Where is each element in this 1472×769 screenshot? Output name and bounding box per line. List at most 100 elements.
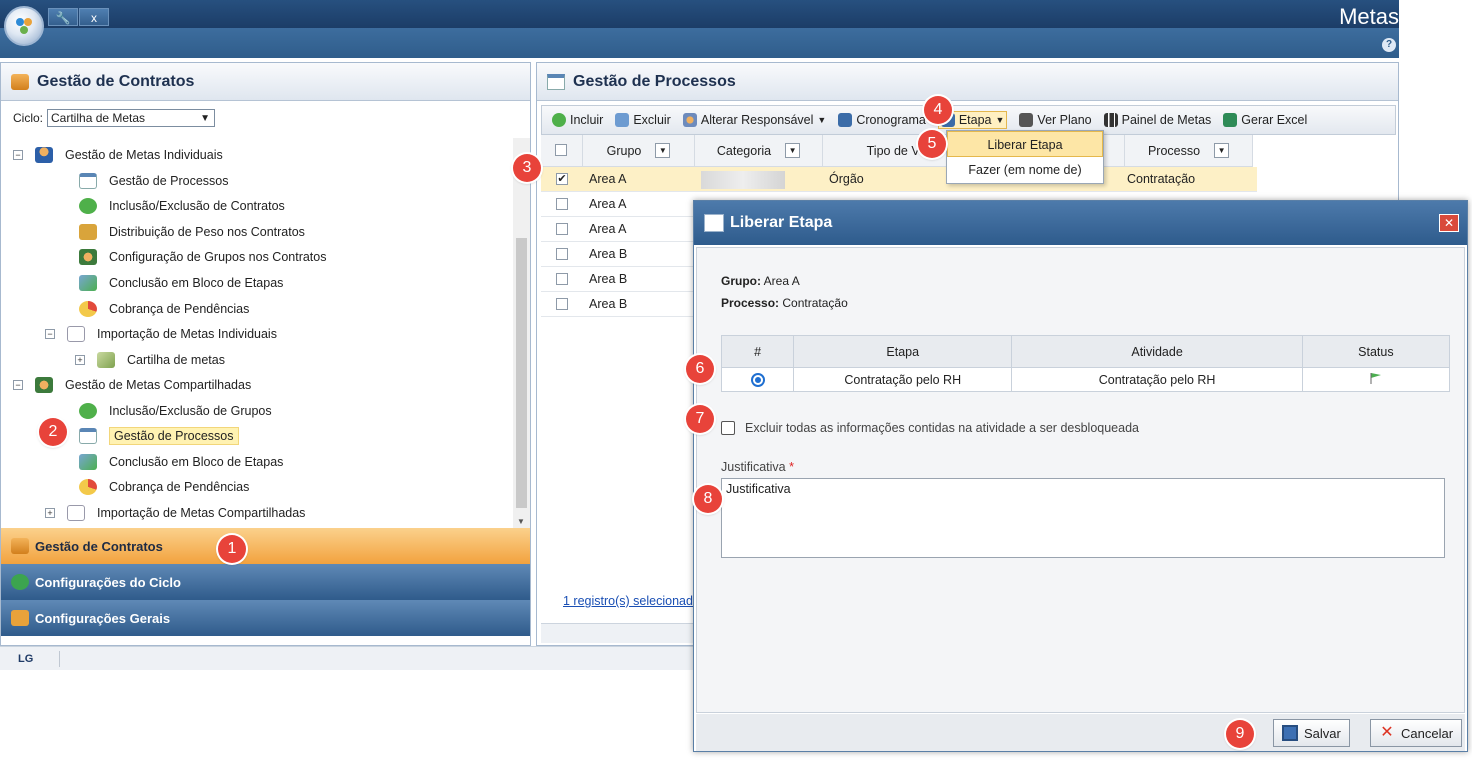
- etapa-dropdown-menu: Liberar Etapa Fazer (em nome de): [946, 130, 1104, 184]
- collapse-toggle[interactable]: −: [13, 150, 23, 160]
- add-icon: [79, 403, 97, 419]
- tree-item-distribuicao-peso[interactable]: Distribuição de Peso nos Contratos: [79, 221, 305, 243]
- tree-label: Cobrança de Pendências: [109, 480, 250, 494]
- leaf-icon: [97, 352, 115, 368]
- row-checkbox[interactable]: [556, 298, 568, 310]
- collapse-toggle[interactable]: −: [13, 380, 23, 390]
- select-all-checkbox[interactable]: [555, 144, 567, 156]
- save-button[interactable]: Salvar: [1273, 719, 1350, 747]
- row-checkbox[interactable]: [556, 223, 568, 235]
- wrench-quick-button[interactable]: 🔧: [48, 8, 78, 26]
- button-label: Painel de Metas: [1121, 113, 1212, 127]
- ciclo-select[interactable]: Cartilha de Metas ▼: [47, 109, 216, 127]
- menu-item-fazer-em-nome[interactable]: Fazer (em nome de): [947, 157, 1103, 183]
- expand-toggle[interactable]: +: [75, 355, 85, 365]
- cancel-button[interactable]: ✕ Cancelar: [1370, 719, 1463, 747]
- cell-processo: Contratação: [1127, 172, 1196, 186]
- column-label: Categoria: [716, 143, 772, 158]
- row-checkbox[interactable]: [556, 198, 568, 210]
- scrollbar-thumb[interactable]: [516, 238, 527, 508]
- liberar-etapa-dialog: Liberar Etapa ✕ Grupo: Area A Processo: …: [693, 200, 1468, 752]
- excluir-button[interactable]: Excluir: [615, 113, 671, 127]
- gerar-excel-button[interactable]: Gerar Excel: [1223, 113, 1307, 127]
- quick-access-toolbar: 🔧 x: [48, 8, 109, 26]
- column-menu-icon[interactable]: ▼: [655, 143, 671, 158]
- collapse-toggle[interactable]: −: [45, 329, 55, 339]
- table-row[interactable]: ✔ Area A Órgão Contratação: [541, 167, 1257, 192]
- cell-grupo: Area A: [589, 197, 627, 211]
- selection-count-link[interactable]: 1 registro(s) selecionado: [563, 594, 700, 608]
- tree-item-metas-individuais[interactable]: − Gestão de Metas Individuais: [13, 144, 223, 166]
- tree-item-cobranca-comp[interactable]: Cobrança de Pendências: [79, 476, 249, 498]
- tree-item-importacao-ind[interactable]: − Importação de Metas Individuais: [45, 323, 277, 345]
- tree-item-gestao-processos-ind[interactable]: Gestão de Processos: [79, 170, 229, 192]
- column-header-categoria[interactable]: Categoria ▼: [695, 135, 823, 167]
- expand-toggle[interactable]: +: [45, 508, 55, 518]
- right-panel-title: Gestão de Processos: [573, 72, 736, 90]
- close-quick-button[interactable]: x: [79, 8, 109, 26]
- etapa-radio[interactable]: [750, 372, 765, 387]
- tree-item-conclusao-bloco[interactable]: Conclusão em Bloco de Etapas: [79, 272, 283, 294]
- close-icon[interactable]: ✕: [1439, 214, 1459, 232]
- table-row[interactable]: Contratação pelo RH Contratação pelo RH: [720, 367, 1451, 392]
- chevron-down-icon[interactable]: ▼: [996, 115, 1005, 125]
- cronograma-button[interactable]: Cronograma: [838, 113, 926, 127]
- tree-item-cobranca[interactable]: Cobrança de Pendências: [79, 298, 249, 320]
- step-marker-7: 7: [686, 405, 714, 433]
- cell-categoria: [701, 167, 785, 192]
- app-orb-button[interactable]: [4, 6, 44, 46]
- tree-item-gestao-processos-comp[interactable]: Gestão de Processos: [79, 425, 239, 447]
- help-icon[interactable]: ?: [1382, 38, 1396, 52]
- lg-logo: LG: [18, 652, 34, 665]
- menu-item-liberar-etapa[interactable]: Liberar Etapa: [947, 131, 1103, 157]
- group-users-icon: [35, 377, 53, 393]
- tree-label: Inclusão/Exclusão de Contratos: [109, 199, 285, 213]
- tree-item-metas-compartilhadas[interactable]: − Gestão de Metas Compartilhadas: [13, 374, 251, 396]
- accordion-config-gerais[interactable]: Configurações Gerais: [1, 600, 530, 636]
- button-label: Etapa: [958, 113, 992, 127]
- ver-plano-button[interactable]: Ver Plano: [1019, 113, 1092, 127]
- tree-item-cartilha[interactable]: + Cartilha de metas: [75, 349, 225, 371]
- import-icon: [67, 505, 85, 521]
- tree-scrollbar[interactable]: ▼: [513, 138, 530, 528]
- exclude-info-row: Excluir todas as informações contidas na…: [721, 421, 1139, 435]
- tree-item-inclusao-grupos[interactable]: Inclusão/Exclusão de Grupos: [79, 400, 272, 422]
- row-checkbox[interactable]: ✔: [556, 173, 568, 185]
- incluir-button[interactable]: Incluir: [552, 113, 603, 127]
- grupo-info: Grupo: Area A: [721, 274, 800, 288]
- justificativa-textarea[interactable]: Justificativa: [721, 478, 1445, 558]
- scroll-down-icon[interactable]: ▼: [517, 517, 525, 526]
- cycle-icon: [11, 574, 29, 590]
- column-menu-icon[interactable]: ▼: [785, 143, 801, 158]
- tree-label: Importação de Metas Individuais: [97, 327, 277, 341]
- painel-metas-button[interactable]: Painel de Metas: [1103, 113, 1212, 127]
- chevron-down-icon[interactable]: ▼: [817, 115, 826, 125]
- button-label: Excluir: [633, 113, 671, 127]
- left-panel-header: Gestão de Contratos: [1, 63, 530, 101]
- tree-item-inclusao-contratos[interactable]: Inclusão/Exclusão de Contratos: [79, 195, 285, 217]
- cell-tipo: Órgão: [829, 172, 864, 186]
- chart-icon: [1103, 113, 1118, 127]
- alterar-responsavel-button[interactable]: Alterar Responsável ▼: [682, 113, 826, 127]
- window-icon: [79, 428, 97, 444]
- window-icon: [547, 73, 565, 90]
- cell-grupo: Area A: [589, 172, 627, 186]
- column-header-processo[interactable]: Processo ▼: [1125, 135, 1253, 167]
- cell-grupo: Area B: [589, 297, 628, 311]
- tree-item-config-grupos[interactable]: Configuração de Grupos nos Contratos: [79, 246, 327, 268]
- step-marker-4: 4: [924, 96, 952, 124]
- button-label: Cancelar: [1401, 725, 1454, 741]
- required-marker: *: [789, 460, 794, 474]
- cell-etapa: Contratação pelo RH: [793, 367, 1013, 392]
- justificativa-label: Justificativa: [721, 460, 786, 474]
- tree-item-conclusao-bloco-comp[interactable]: Conclusão em Bloco de Etapas: [79, 451, 283, 473]
- accordion-gestao-contratos[interactable]: Gestão de Contratos: [1, 528, 530, 564]
- cell-atividade: Contratação pelo RH: [1011, 367, 1303, 392]
- column-menu-icon[interactable]: ▼: [1214, 143, 1230, 158]
- accordion-config-ciclo[interactable]: Configurações do Ciclo: [1, 564, 530, 600]
- tree-item-importacao-comp[interactable]: + Importação de Metas Compartilhadas: [45, 502, 305, 524]
- column-header-grupo[interactable]: Grupo ▼: [583, 135, 695, 167]
- row-checkbox[interactable]: [556, 248, 568, 260]
- exclude-info-checkbox[interactable]: [721, 421, 735, 435]
- row-checkbox[interactable]: [556, 273, 568, 285]
